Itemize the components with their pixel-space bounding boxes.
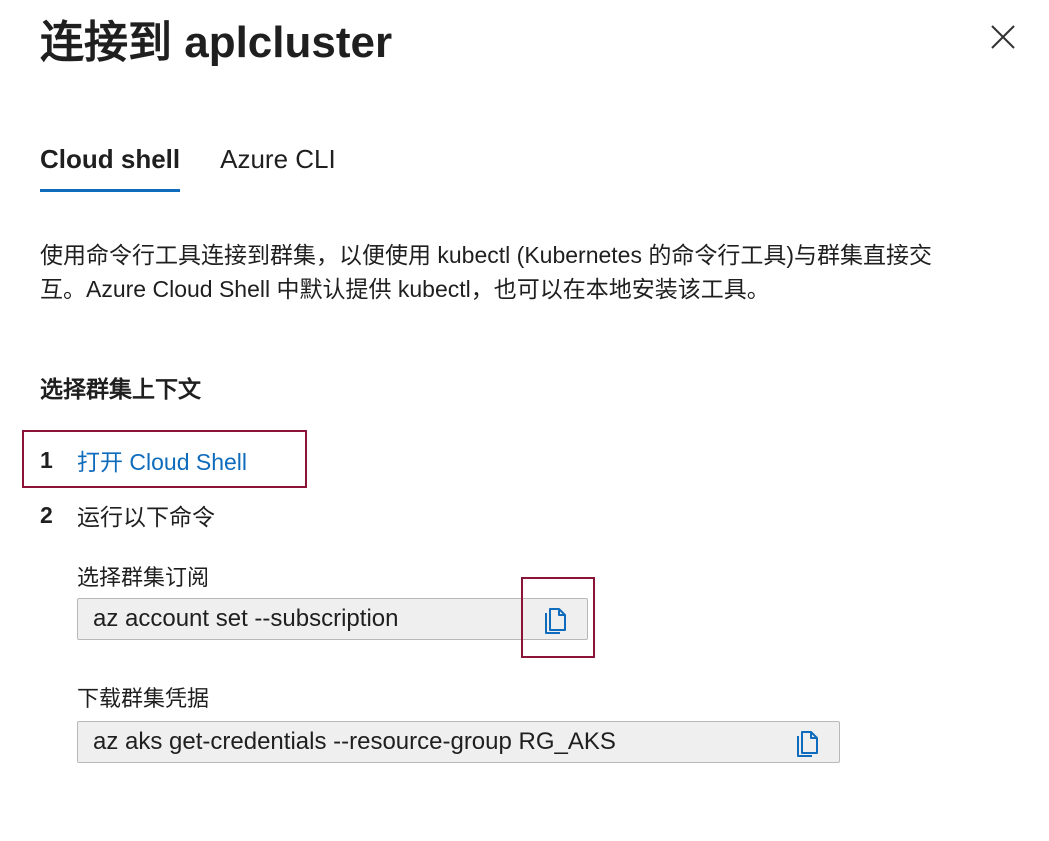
tab-bar: Cloud shell Azure CLI (40, 140, 336, 196)
close-icon (991, 25, 1015, 49)
tab-cloud-shell[interactable]: Cloud shell (40, 140, 181, 192)
step-2: 2 运行以下命令 (40, 498, 215, 532)
page-title: 连接到 aplcluster (40, 18, 393, 67)
section-heading: 选择群集上下文 (40, 376, 201, 402)
copy-icon (797, 731, 818, 757)
subscription-command-label: 选择群集订阅 (77, 565, 210, 590)
copy-button[interactable] (793, 727, 823, 757)
credentials-command-text[interactable]: az aks get-credentials --resource-group … (78, 728, 793, 756)
close-button[interactable] (988, 22, 1018, 52)
step-label: 运行以下命令 (77, 504, 215, 530)
tab-azure-cli[interactable]: Azure CLI (220, 140, 336, 192)
subscription-command-box: az account set --subscription (77, 598, 588, 640)
step-number: 2 (40, 501, 53, 528)
description-text: 使用命令行工具连接到群集，以便使用 kubectl (Kubernetes 的命… (40, 242, 933, 302)
credentials-command-box: az aks get-credentials --resource-group … (77, 721, 840, 763)
credentials-command-label: 下载群集凭据 (77, 686, 210, 711)
subscription-command-text[interactable]: az account set --subscription (78, 605, 541, 633)
highlight-box-copy (521, 577, 595, 658)
connect-panel: 连接到 aplcluster Cloud shell Azure CLI 使用命… (0, 0, 1049, 841)
highlight-box-open-cloud-shell (22, 430, 307, 488)
